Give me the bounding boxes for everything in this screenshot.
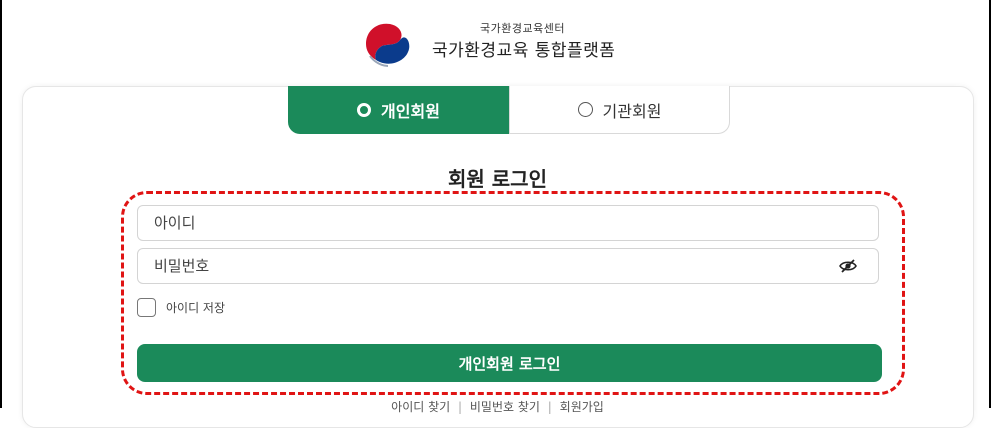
platform-name[interactable]: 국가환경교육 통합플랫폼 (432, 36, 615, 61)
find-id-link[interactable]: 아이디 찾기 (391, 400, 450, 414)
window-border-left (0, 0, 2, 408)
login-title: 회원 로그인 (448, 167, 547, 191)
window-border-right (989, 0, 991, 408)
remember-id-option[interactable]: 아이디 저장 (137, 297, 225, 317)
personal-login-button[interactable]: 개인회원 로그인 (137, 344, 882, 382)
member-type-tabs: 개인회원 기관회원 (288, 86, 730, 134)
link-separator: | (547, 400, 552, 414)
government-logo-icon[interactable] (360, 16, 414, 70)
org-name: 국가환경교육센터 (480, 22, 565, 35)
remember-id-checkbox[interactable] (137, 297, 156, 317)
site-header: 국가환경교육센터 국가환경교육 통합플랫폼 (360, 14, 680, 67)
radio-selected-icon (357, 103, 372, 117)
password-input[interactable] (137, 248, 879, 284)
remember-id-label: 아이디 저장 (166, 300, 226, 315)
id-input[interactable] (137, 205, 879, 241)
eye-slash-icon[interactable] (839, 258, 857, 274)
signup-link[interactable]: 회원가입 (560, 400, 604, 414)
account-links: 아이디 찾기 | 비밀번호 찾기 | 회원가입 (0, 398, 995, 415)
tab-organization-member[interactable]: 기관회원 (509, 86, 730, 134)
link-separator: | (458, 400, 463, 414)
find-password-link[interactable]: 비밀번호 찾기 (470, 400, 540, 414)
tab-organization-label: 기관회원 (602, 101, 662, 121)
tab-personal-member[interactable]: 개인회원 (288, 86, 509, 134)
tab-personal-label: 개인회원 (381, 102, 440, 121)
radio-unselected-icon (577, 102, 593, 117)
